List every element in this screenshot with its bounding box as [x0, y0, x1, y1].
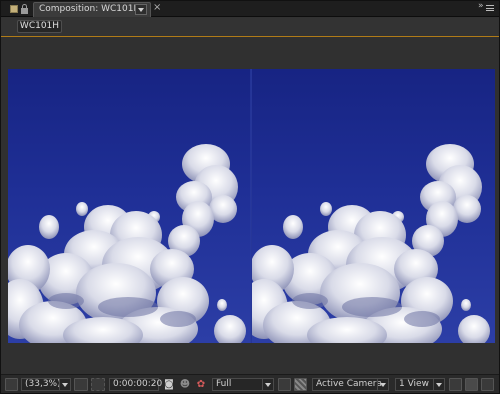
chevron-down-icon: [59, 379, 70, 390]
cloud-image-right: [252, 144, 490, 343]
camera-value: Active Camera: [316, 379, 383, 389]
lock-icon[interactable]: [20, 4, 29, 14]
timecode-value: 0:00:00:20: [113, 379, 163, 389]
fast-preview-icon[interactable]: [278, 378, 291, 391]
resolution-value: Full: [216, 379, 232, 389]
tab-title: Composition: WC101H: [39, 4, 141, 14]
panel-menu-chevron-icon: »: [478, 1, 484, 11]
rgb-channels-icon[interactable]: ✿: [194, 378, 208, 391]
fast-previews-icon[interactable]: [465, 378, 478, 391]
composition-icon: [10, 5, 18, 13]
camera-snapshot-icon[interactable]: ◙: [162, 378, 176, 391]
show-snapshot-icon[interactable]: ☻: [178, 378, 192, 391]
region-of-interest-icon[interactable]: [91, 378, 105, 391]
composition-panel: Composition: WC101H × » WC101H (33,3%) 0…: [0, 0, 500, 394]
view-layout-value: 1 View: [399, 379, 429, 389]
chevron-down-icon: [262, 379, 273, 390]
current-time-display[interactable]: 0:00:00:20: [109, 378, 163, 391]
viewer-footer-toolbar: (33,3%) 0:00:00:20 ◙ ☻ ✿ Full Active Cam…: [1, 374, 499, 393]
panel-tab-bar: Composition: WC101H × »: [1, 1, 499, 17]
cloud-image-left: [8, 144, 246, 343]
transparency-grid-icon[interactable]: [294, 378, 307, 391]
view-divider: [250, 69, 252, 343]
camera-dropdown[interactable]: Active Camera: [312, 378, 389, 391]
chevron-down-icon: [433, 379, 444, 390]
tab-composition[interactable]: Composition: WC101H: [33, 2, 151, 17]
timeline-icon[interactable]: [481, 378, 494, 391]
magnification-value: (33,3%): [25, 379, 61, 389]
composition-dropdown-icon[interactable]: [135, 4, 147, 15]
breadcrumb-composition[interactable]: WC101H: [17, 20, 62, 33]
chevron-down-icon: [377, 379, 388, 390]
composition-navigator: WC101H: [1, 18, 499, 35]
preview-screen-icon[interactable]: [5, 378, 18, 391]
toggle-pixel-aspect-icon[interactable]: [449, 378, 462, 391]
view-layout-dropdown[interactable]: 1 View: [395, 378, 445, 391]
right-eye-view: [252, 69, 495, 343]
left-eye-view: [8, 69, 251, 343]
close-tab-icon[interactable]: ×: [153, 2, 161, 13]
safe-margins-icon[interactable]: [74, 378, 88, 391]
resolution-dropdown[interactable]: Full: [212, 378, 274, 391]
magnification-dropdown[interactable]: (33,3%): [21, 378, 71, 391]
panel-menu-icon: [486, 5, 494, 11]
composition-viewer[interactable]: [8, 69, 495, 343]
panel-menu-button[interactable]: »: [478, 1, 496, 14]
